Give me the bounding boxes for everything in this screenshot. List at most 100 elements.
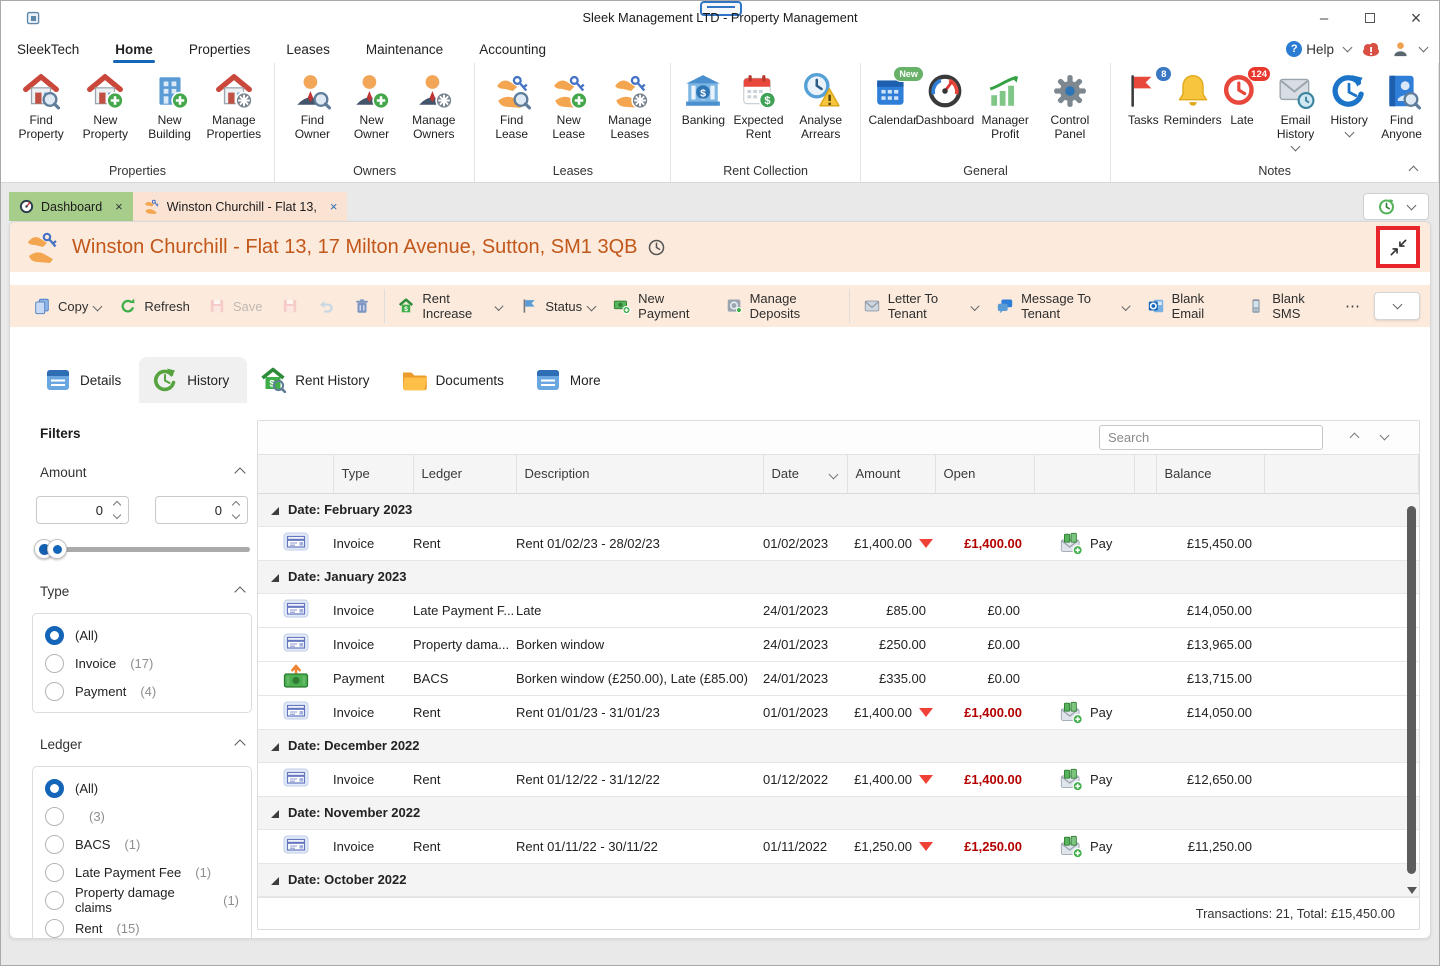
column-header-date[interactable]: Date bbox=[763, 455, 847, 493]
ledger-option-3[interactable]: (3) bbox=[33, 802, 251, 830]
transaction-row[interactable]: InvoiceRentRent 01/11/22 - 30/11/2201/11… bbox=[258, 829, 1419, 863]
search-input[interactable] bbox=[1099, 425, 1323, 450]
column-header-spacer[interactable] bbox=[1134, 455, 1156, 493]
document-tab-dashboard[interactable]: Dashboard× bbox=[9, 192, 133, 221]
ribbon-button-banking[interactable]: $Banking bbox=[679, 70, 727, 129]
toolbar-button-rent-increase[interactable]: $Rent Increase bbox=[388, 291, 511, 321]
transaction-row[interactable]: InvoiceLate Payment F...Late24/01/2023£8… bbox=[258, 593, 1419, 627]
ledger-section-header[interactable]: Ledger bbox=[40, 737, 244, 752]
transaction-row[interactable]: PaymentBACSBorken window (£250.00), Late… bbox=[258, 661, 1419, 695]
ribbon-button-manager-profit[interactable]: Manager Profit bbox=[973, 70, 1038, 143]
group-expand-icon[interactable] bbox=[271, 743, 279, 751]
pay-button[interactable]: Pay bbox=[1034, 701, 1134, 724]
ledger-option-bacs[interactable]: BACS(1) bbox=[33, 830, 251, 858]
scrollbar-down-arrow-icon[interactable] bbox=[1407, 887, 1417, 894]
ribbon-button-control-panel[interactable]: Control Panel bbox=[1038, 70, 1103, 143]
transaction-row[interactable]: InvoiceRentRent 01/12/22 - 31/12/2201/12… bbox=[258, 762, 1419, 796]
group-expand-icon[interactable] bbox=[271, 507, 279, 515]
ribbon-button-reminders[interactable]: Reminders bbox=[1167, 70, 1218, 129]
menu-item-accounting[interactable]: Accounting bbox=[477, 39, 548, 60]
ribbon-button-new-lease[interactable]: New Lease bbox=[540, 70, 597, 143]
group-row-date-october-2022[interactable]: Date: October 2022 bbox=[258, 863, 1419, 896]
ribbon-button-new-owner[interactable]: New Owner bbox=[342, 70, 401, 143]
ribbon-button-find-lease[interactable]: Find Lease bbox=[483, 70, 540, 143]
column-header-open[interactable]: Open bbox=[935, 455, 1034, 493]
toolbar-button-message-to-tenant[interactable]: Message To Tenant bbox=[987, 291, 1138, 321]
slider-thumb-max[interactable] bbox=[47, 539, 67, 559]
amount-max-spinner[interactable]: 0 bbox=[155, 496, 248, 524]
pay-button[interactable]: Pay bbox=[1034, 835, 1134, 858]
ribbon-button-email-history[interactable]: Email History bbox=[1266, 70, 1325, 152]
user-chevron-icon[interactable] bbox=[1419, 43, 1429, 53]
view-tab-more[interactable]: More bbox=[522, 357, 619, 403]
toolbar-button-copy[interactable]: Copy bbox=[24, 291, 110, 321]
toolbar-button-refresh[interactable]: Refresh bbox=[110, 291, 199, 321]
amount-range-slider[interactable] bbox=[34, 538, 250, 560]
ribbon-button-dashboard[interactable]: Dashboard bbox=[917, 70, 973, 129]
group-expand-icon[interactable] bbox=[271, 574, 279, 582]
user-avatar-icon[interactable] bbox=[1391, 40, 1410, 59]
search-next-button[interactable] bbox=[1371, 425, 1397, 451]
help-menu[interactable]: Help bbox=[1306, 42, 1334, 57]
ledger-option-late-payment-fee[interactable]: Late Payment Fee(1) bbox=[33, 858, 251, 886]
ledger-option-property-damage-claims[interactable]: Property damage claims(1) bbox=[33, 886, 251, 914]
ledger-option-all[interactable]: (All) bbox=[33, 774, 251, 802]
column-header-description[interactable]: Description bbox=[516, 455, 763, 493]
view-tab-rent-history[interactable]: $Rent History bbox=[247, 357, 387, 403]
group-row-date-february-2023[interactable]: Date: February 2023 bbox=[258, 493, 1419, 526]
ribbon-button-find-owner[interactable]: Find Owner bbox=[283, 70, 342, 143]
type-option-payment[interactable]: Payment(4) bbox=[33, 677, 251, 705]
view-tab-documents[interactable]: Documents bbox=[388, 357, 522, 403]
header-history-clock-icon[interactable] bbox=[647, 238, 666, 257]
grid-vertical-scrollbar[interactable] bbox=[1405, 456, 1418, 896]
transaction-row[interactable]: InvoiceRentRent 01/01/23 - 31/01/2301/01… bbox=[258, 695, 1419, 729]
ribbon-button-new-property[interactable]: New Property bbox=[73, 70, 137, 143]
close-button[interactable]: × bbox=[1393, 1, 1439, 35]
ribbon-button-new-building[interactable]: New Building bbox=[137, 70, 201, 143]
toolbar-overflow-button[interactable]: ⋯ bbox=[1335, 297, 1372, 315]
help-chevron-icon[interactable] bbox=[1343, 43, 1353, 53]
amount-section-header[interactable]: Amount bbox=[40, 465, 244, 480]
tab-close-icon[interactable]: × bbox=[115, 199, 123, 214]
view-tab-details[interactable]: Details bbox=[32, 357, 139, 403]
tab-close-icon[interactable]: × bbox=[330, 199, 338, 214]
pay-button[interactable]: Pay bbox=[1034, 532, 1134, 555]
column-header-pay[interactable] bbox=[1034, 455, 1134, 493]
type-option-all[interactable]: (All) bbox=[33, 621, 251, 649]
column-header-icon[interactable] bbox=[258, 455, 333, 493]
group-row-date-december-2022[interactable]: Date: December 2022 bbox=[258, 729, 1419, 762]
ledger-option-rent[interactable]: Rent(15) bbox=[33, 914, 251, 939]
ribbon-button-history[interactable]: History bbox=[1325, 70, 1373, 138]
menu-item-maintenance[interactable]: Maintenance bbox=[364, 39, 445, 60]
menu-item-properties[interactable]: Properties bbox=[187, 39, 253, 60]
toolbar-button-blank-sms[interactable]: Blank SMS bbox=[1238, 291, 1335, 321]
transaction-row[interactable]: InvoiceRentRent 01/02/23 - 28/02/2301/02… bbox=[258, 526, 1419, 560]
toolbar-button-blank-email[interactable]: Blank Email bbox=[1138, 291, 1239, 321]
type-section-header[interactable]: Type bbox=[40, 584, 244, 599]
column-header-ledger[interactable]: Ledger bbox=[413, 455, 516, 493]
title-bar[interactable]: Sleek Management LTD - Property Manageme… bbox=[1, 1, 1439, 35]
amount-min-spinner[interactable]: 0 bbox=[36, 496, 129, 524]
tab-bar-refresh-button[interactable] bbox=[1363, 193, 1429, 220]
pay-button[interactable]: Pay bbox=[1034, 768, 1134, 791]
view-tab-history[interactable]: History bbox=[139, 357, 247, 403]
ribbon-button-expected-rent[interactable]: $Expected Rent bbox=[727, 70, 789, 143]
ribbon-button-calendar[interactable]: NewCalendar bbox=[869, 70, 917, 129]
group-expand-icon[interactable] bbox=[271, 810, 279, 818]
toolbar-expand-button[interactable] bbox=[1374, 292, 1420, 320]
toolbar-button-new-payment[interactable]: New Payment bbox=[604, 291, 715, 321]
menu-item-sleektech[interactable]: SleekTech bbox=[15, 39, 81, 60]
ribbon-button-late[interactable]: 124Late bbox=[1218, 70, 1266, 129]
ribbon-button-tasks[interactable]: 8Tasks bbox=[1119, 70, 1167, 129]
ribbon-button-find-anyone[interactable]: Find Anyone bbox=[1373, 70, 1430, 143]
group-row-date-november-2022[interactable]: Date: November 2022 bbox=[258, 796, 1419, 829]
collapse-panel-button-highlighted[interactable] bbox=[1376, 226, 1420, 268]
column-header-amount[interactable]: Amount bbox=[847, 455, 935, 493]
ribbon-button-manage-properties[interactable]: Manage Properties bbox=[202, 70, 266, 143]
group-row-date-january-2023[interactable]: Date: January 2023 bbox=[258, 560, 1419, 593]
toolbar-button-trash[interactable] bbox=[344, 291, 380, 321]
ribbon-button-find-property[interactable]: Find Property bbox=[9, 70, 73, 143]
ribbon-button-manage-owners[interactable]: Manage Owners bbox=[401, 70, 466, 143]
column-header-balance[interactable]: Balance bbox=[1156, 455, 1264, 493]
toolbar-button-manage-deposits[interactable]: Manage Deposits bbox=[716, 291, 845, 321]
